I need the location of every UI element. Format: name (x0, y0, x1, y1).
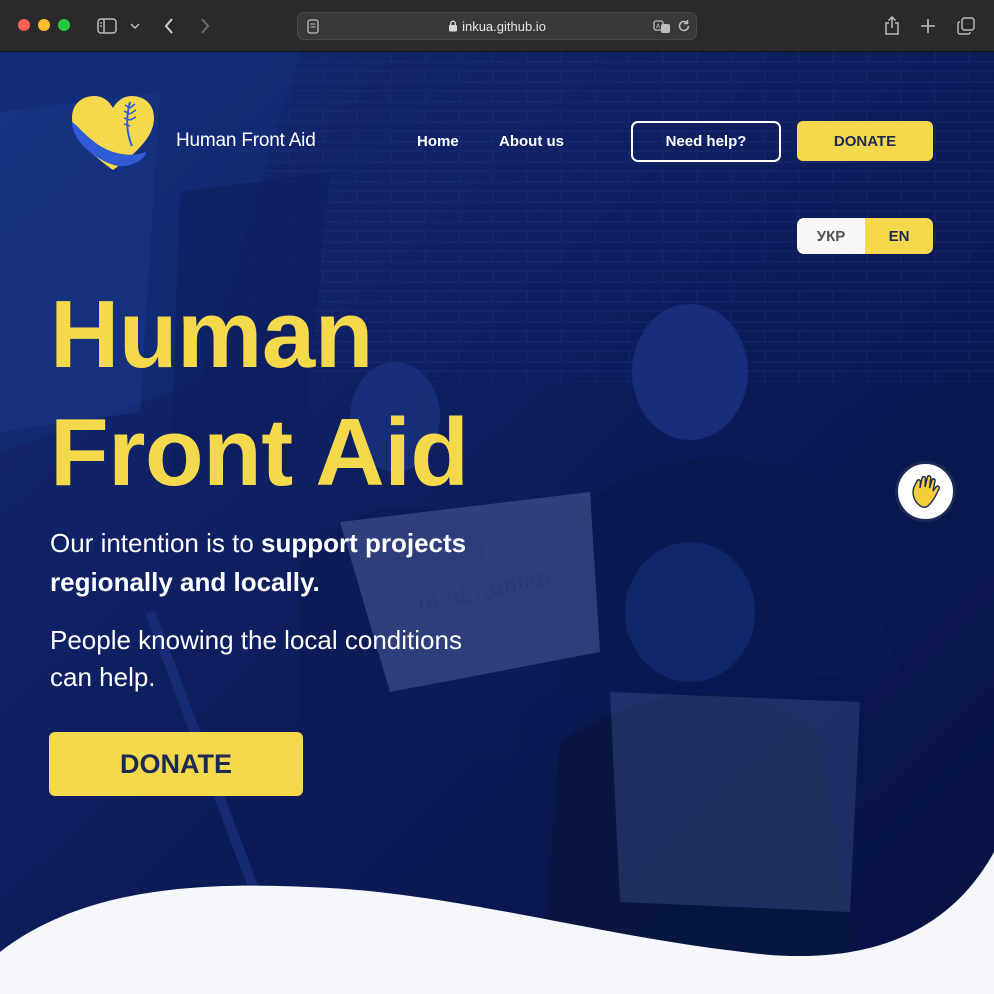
new-tab-icon[interactable] (918, 14, 938, 38)
nav-about-link[interactable]: About us (499, 133, 564, 150)
hero-section: of ukrainian Human Front Aid Home About … (0, 52, 994, 994)
reload-icon[interactable] (677, 19, 691, 38)
header-donate-button[interactable]: DONATE (797, 121, 933, 161)
forward-icon[interactable] (196, 14, 214, 38)
svg-text:A: A (656, 23, 661, 30)
people-text: People knowing the local conditions can … (50, 625, 462, 692)
translate-icon[interactable]: A (653, 19, 671, 40)
close-window-button[interactable] (18, 19, 30, 31)
intention-text: Our intention is to support projects reg… (50, 524, 520, 602)
language-option-ukr[interactable]: УКР (797, 218, 865, 254)
hero-title-line-2: Front Aid (50, 399, 469, 506)
logo[interactable] (68, 92, 158, 176)
brand-name[interactable]: Human Front Aid (176, 130, 316, 152)
hero-title: Human Front Aid (50, 276, 469, 512)
browser-toolbar: inkua.github.io A (0, 0, 994, 52)
language-option-en[interactable]: EN (865, 218, 933, 254)
hero-title-line-1: Human (50, 281, 373, 388)
share-icon[interactable] (882, 14, 902, 38)
zoom-window-button[interactable] (58, 19, 70, 31)
intention-plain: Our intention is to (50, 528, 261, 558)
waving-hand-icon (911, 474, 940, 508)
sidebar-toggle-icon[interactable] (96, 14, 118, 38)
url-text: inkua.github.io (298, 19, 696, 35)
back-icon[interactable] (160, 14, 178, 38)
waving-hand-button[interactable] (895, 461, 956, 522)
address-bar[interactable]: inkua.github.io A (297, 12, 697, 40)
url-label: inkua.github.io (462, 19, 546, 34)
hero-donate-button[interactable]: DONATE (49, 732, 303, 796)
language-switcher: УКР EN (797, 218, 933, 254)
nav-home-link[interactable]: Home (417, 133, 459, 150)
need-help-button[interactable]: Need help? (631, 121, 781, 162)
tab-overview-icon[interactable] (955, 14, 977, 38)
minimize-window-button[interactable] (38, 19, 50, 31)
heart-logo-icon (72, 96, 154, 170)
hero-background-photo: of ukrainian (0, 52, 994, 994)
chevron-down-icon[interactable] (128, 14, 142, 38)
lock-icon (448, 20, 458, 35)
